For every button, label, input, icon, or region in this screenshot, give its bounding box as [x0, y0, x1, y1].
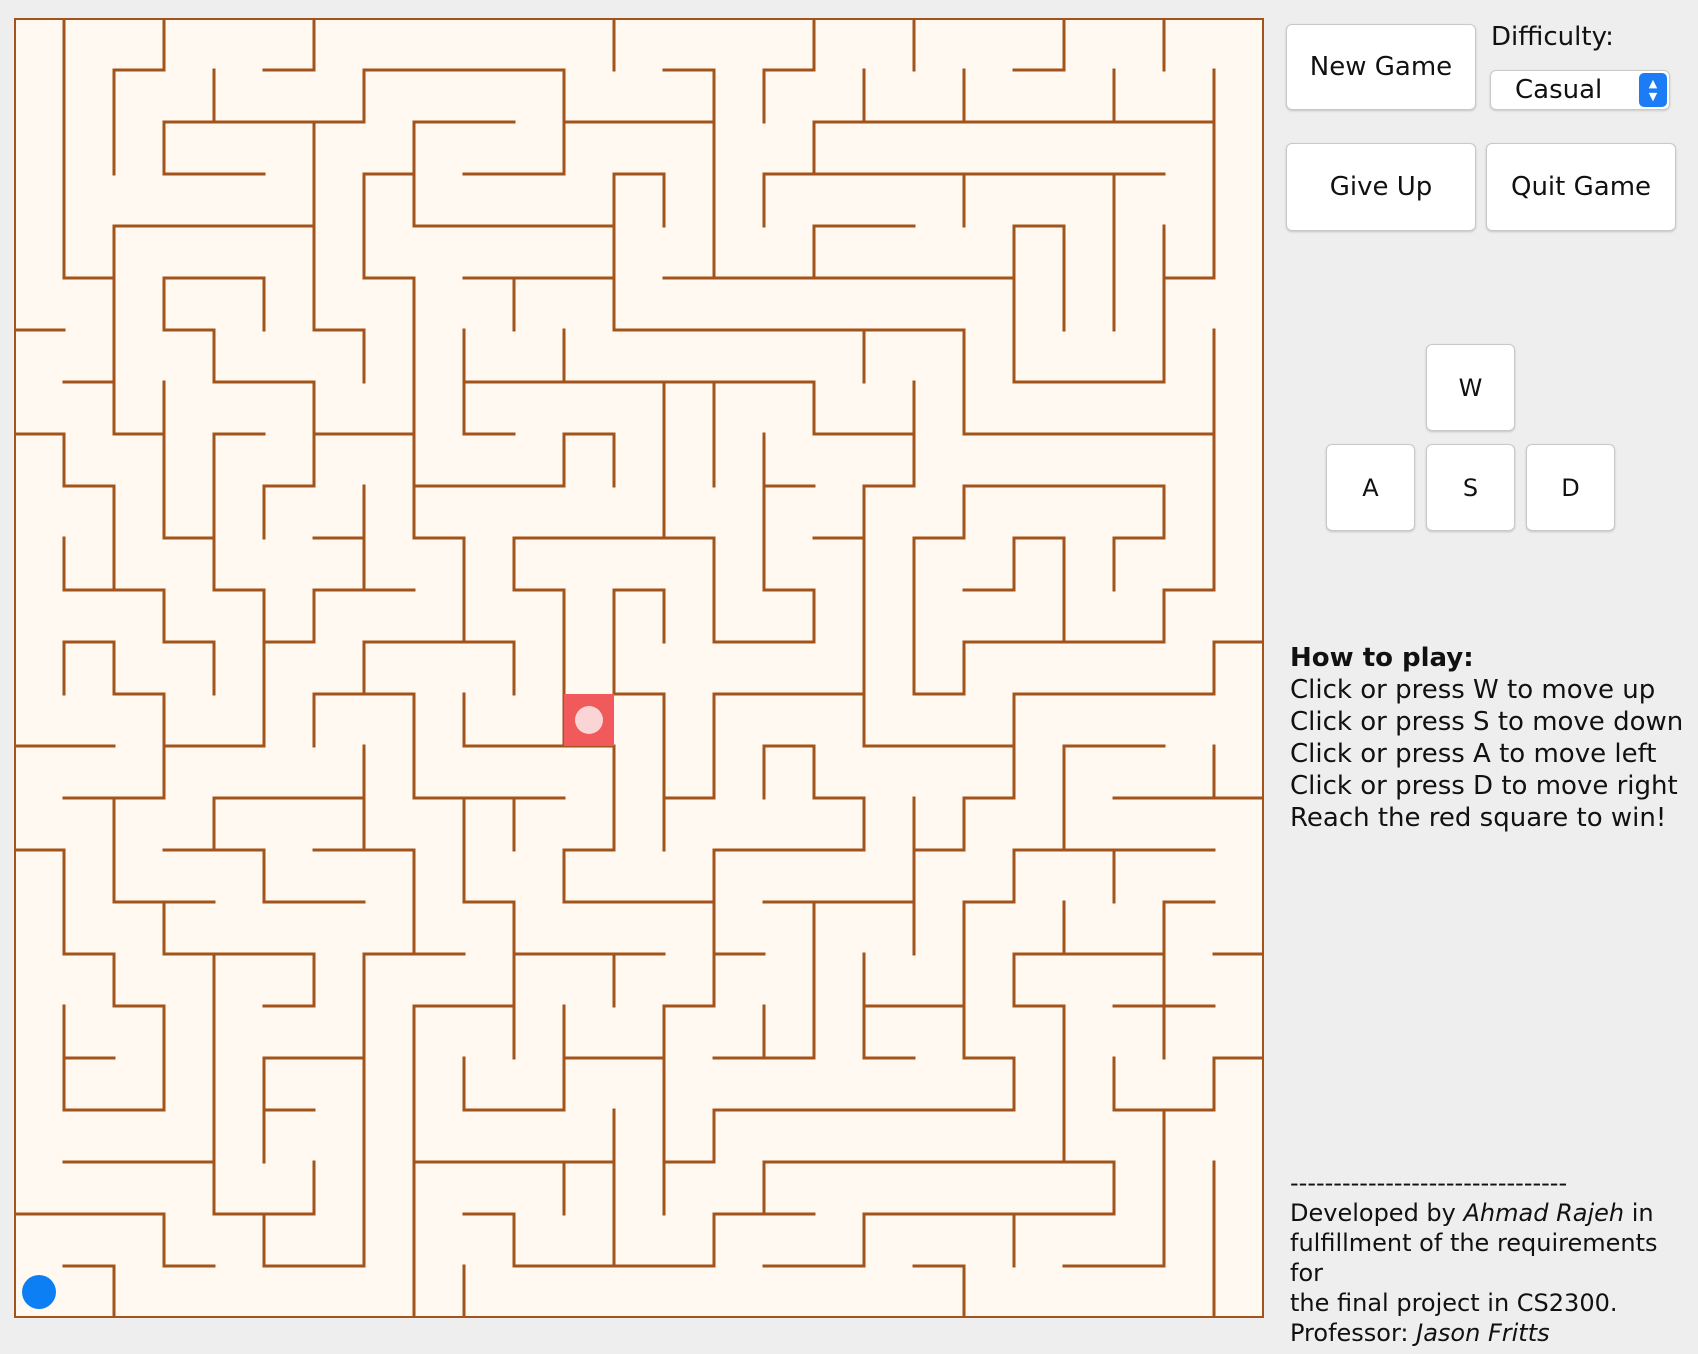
move-left-button[interactable]: A	[1326, 444, 1415, 531]
move-down-button[interactable]: S	[1426, 444, 1515, 531]
instruction-line: Click or press S to move down	[1290, 707, 1684, 737]
maze-background	[14, 18, 1264, 1318]
how-to-play-title: How to play:	[1290, 643, 1474, 673]
instruction-line: Click or press A to move left	[1290, 739, 1657, 769]
developer-name: Ahmad Rajeh	[1463, 1199, 1625, 1227]
goal-dot	[575, 706, 603, 734]
chevron-up-down-icon: ▲ ▼	[1639, 73, 1667, 107]
instructions: How to play: Click or press W to move up…	[1290, 642, 1683, 834]
instruction-line: Click or press D to move right	[1290, 771, 1678, 801]
instruction-line: Reach the red square to win!	[1290, 803, 1667, 833]
developed-by-suffix: in	[1624, 1199, 1654, 1227]
difficulty-select[interactable]: Casual ▲ ▼	[1490, 70, 1670, 110]
new-game-button[interactable]: New Game	[1286, 24, 1476, 110]
professor-prefix: Professor:	[1290, 1319, 1417, 1347]
developed-by-prefix: Developed by	[1290, 1199, 1464, 1227]
move-up-button[interactable]: W	[1426, 344, 1515, 431]
divider: --------------------------------	[1290, 1169, 1568, 1197]
professor-name: Jason Fritts	[1416, 1319, 1550, 1347]
credits-line: the final project in CS2300.	[1290, 1289, 1618, 1317]
difficulty-value: Casual	[1515, 75, 1603, 105]
player-marker	[22, 1275, 56, 1309]
instruction-line: Click or press W to move up	[1290, 675, 1656, 705]
credits-line: Professor: Jason Fritts	[1290, 1318, 1690, 1348]
credits-line: fulfillment of the requirements for	[1290, 1229, 1658, 1287]
give-up-button[interactable]: Give Up	[1286, 143, 1476, 231]
quit-game-button[interactable]: Quit Game	[1486, 143, 1676, 231]
credits: -------------------------------- Develop…	[1290, 1168, 1690, 1348]
maze-board	[14, 18, 1264, 1318]
move-right-button[interactable]: D	[1526, 444, 1615, 531]
difficulty-label: Difficulty:	[1491, 22, 1614, 52]
credits-line: Developed by Ahmad Rajeh in	[1290, 1198, 1690, 1228]
